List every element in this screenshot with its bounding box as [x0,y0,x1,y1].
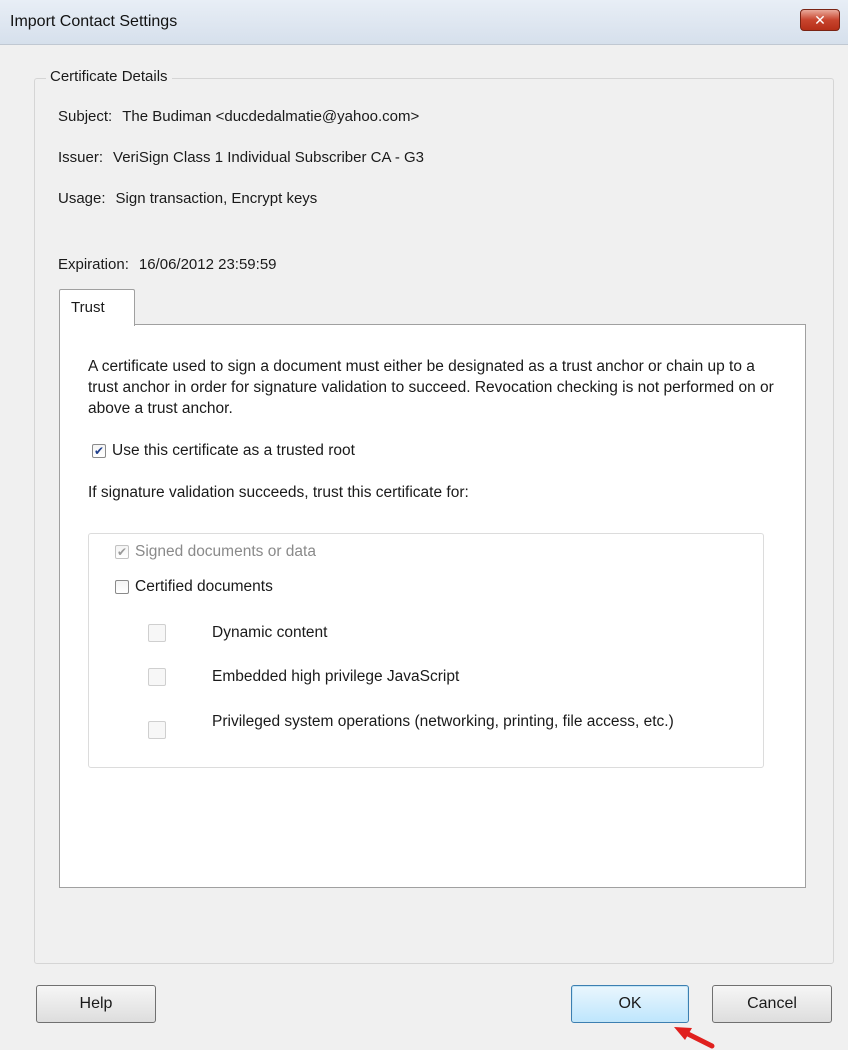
signed-documents-option: ✔ Signed documents or data [115,543,316,561]
usage-value: Sign transaction, Encrypt keys [115,190,318,207]
expiration-label: Expiration: [58,256,129,273]
trust-description: A certificate used to sign a document mu… [88,358,774,417]
help-button[interactable]: Help [36,985,156,1023]
signed-documents-checkbox: ✔ [115,545,129,559]
system-operations-checkbox [148,721,166,739]
close-button[interactable]: ✕ [800,9,840,31]
trusted-root-label: Use this certificate as a trusted root [112,442,355,459]
subject-row: Subject: The Budiman <ducdedalmatie@yahoo… [58,108,419,125]
trusted-root-option[interactable]: ✔ Use this certificate as a trusted root [92,442,355,460]
embedded-javascript-label: Embedded high privilege JavaScript [212,668,460,685]
certified-documents-label: Certified documents [135,578,273,595]
dynamic-content-label: Dynamic content [212,624,328,641]
subject-label: Subject: [58,108,113,125]
dynamic-content-option [148,624,166,642]
title-bar: Import Contact Settings ✕ [0,0,848,45]
red-arrow-pointer-icon [674,1027,715,1049]
subject-value: The Budiman <ducdedalmatie@yahoo.com> [122,108,420,125]
expiration-row: Expiration: 16/06/2012 23:59:59 [58,256,277,273]
signed-documents-label: Signed documents or data [135,543,316,560]
cancel-button[interactable]: Cancel [712,985,832,1023]
trusted-root-checkbox[interactable]: ✔ [92,444,106,458]
issuer-label: Issuer: [58,149,104,166]
certified-documents-option[interactable]: Certified documents [115,578,273,596]
usage-label: Usage: [58,190,106,207]
trust-options-group [88,533,764,768]
dynamic-content-checkbox [148,624,166,642]
system-operations-label: Privileged system operations (networking… [212,713,674,730]
close-icon: ✕ [814,11,826,28]
usage-row: Usage: Sign transaction, Encrypt keys [58,190,317,207]
certified-documents-checkbox[interactable] [115,580,129,594]
embedded-javascript-checkbox [148,668,166,686]
issuer-value: VeriSign Class 1 Individual Subscriber C… [113,149,424,166]
tab-trust[interactable]: Trust [59,289,135,326]
issuer-row: Issuer: VeriSign Class 1 Individual Subsc… [58,149,424,166]
ok-button[interactable]: OK [571,985,689,1023]
certificate-details-legend: Certificate Details [46,68,172,85]
embedded-javascript-option [148,668,166,686]
window-title: Import Contact Settings [10,13,178,30]
expiration-value: 16/06/2012 23:59:59 [138,256,277,273]
trust-for-label: If signature validation succeeds, trust … [88,484,469,501]
system-operations-option [148,721,166,739]
